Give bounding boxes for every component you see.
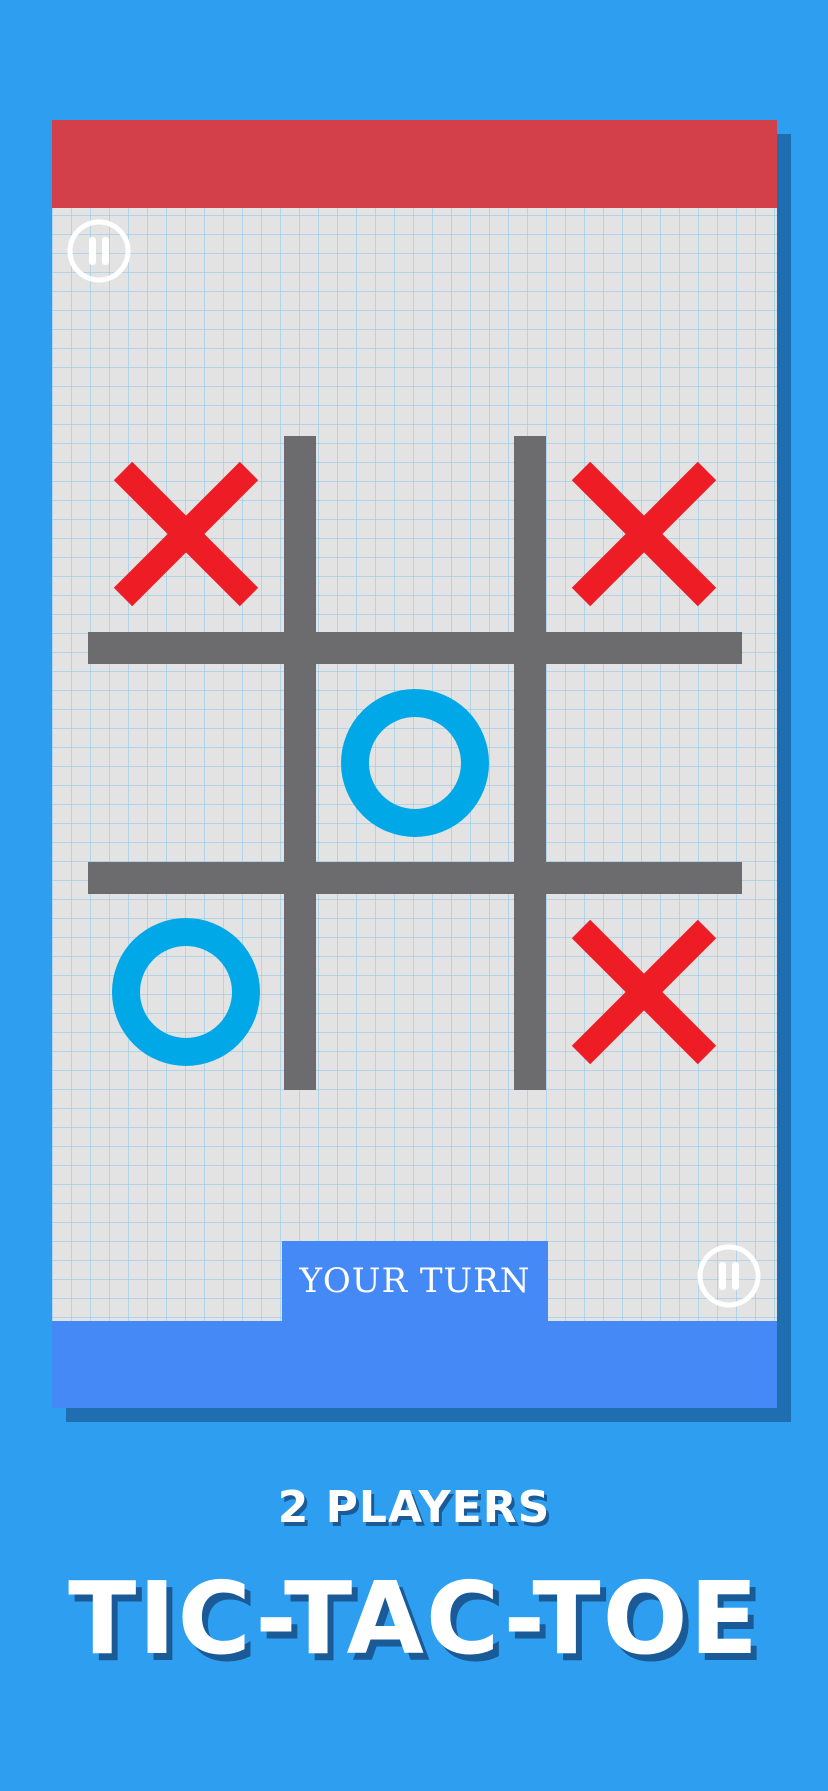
board-cell[interactable] [546, 436, 742, 632]
board-cell[interactable] [546, 665, 742, 861]
grid-line-vertical [284, 436, 316, 1090]
o-mark-icon [112, 918, 260, 1066]
x-mark-icon [571, 461, 717, 607]
board-cell[interactable] [317, 436, 513, 632]
board-cell[interactable] [88, 894, 284, 1090]
grid-line-vertical [514, 436, 546, 1090]
player-bar [52, 1321, 777, 1408]
game-title: TIC-TAC-TOE [68, 1560, 760, 1677]
grid-line-horizontal [88, 862, 742, 894]
x-mark-icon [571, 919, 717, 1065]
turn-indicator: YOUR TURN [282, 1241, 548, 1321]
game-board [88, 436, 742, 1090]
grid-line-horizontal [88, 632, 742, 664]
board-cell[interactable] [88, 665, 284, 861]
pause-icon [697, 1244, 761, 1308]
players-subtitle: 2 PLAYERS [277, 1482, 551, 1533]
pause-button-bottom[interactable] [696, 1243, 762, 1309]
game-card: YOUR TURN [52, 120, 777, 1408]
pause-icon [67, 219, 131, 283]
o-mark-icon [341, 689, 489, 837]
board-cell[interactable] [317, 665, 513, 861]
x-mark-icon [113, 461, 259, 607]
board-cell[interactable] [88, 436, 284, 632]
board-cell[interactable] [317, 894, 513, 1090]
opponent-bar [52, 120, 777, 208]
pause-button-top[interactable] [66, 218, 132, 284]
board-cell[interactable] [546, 894, 742, 1090]
